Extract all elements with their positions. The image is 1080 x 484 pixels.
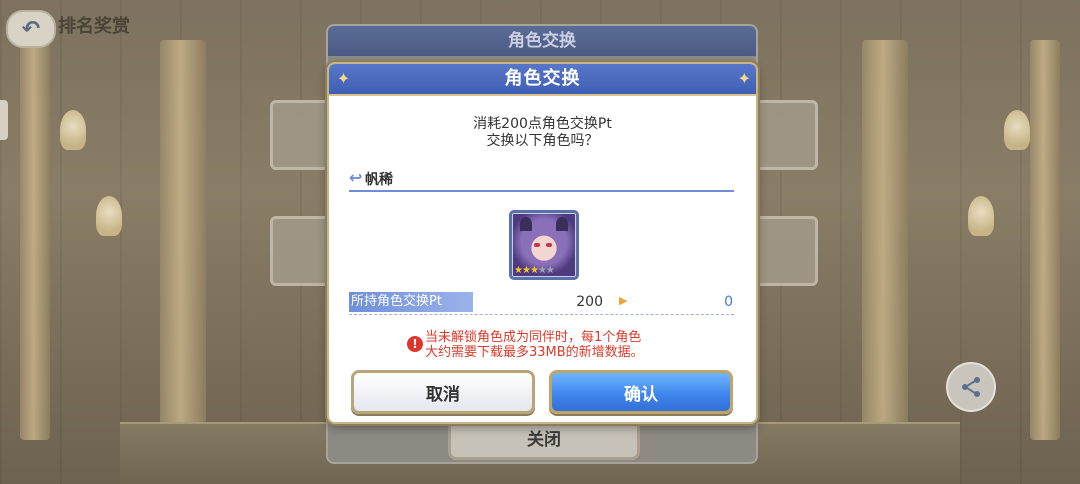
pt-after-value: 0 (724, 294, 733, 310)
character-eye (546, 243, 552, 247)
header-ornament-icon: ✦ (737, 69, 752, 88)
dialog-message: 消耗200点角色交换Pt 交换以下角色吗？ (329, 116, 756, 150)
pt-row: 所持角色交换Pt 200 ▶ 0 (349, 292, 734, 315)
star-icon: ★ (529, 265, 539, 276)
cancel-button[interactable]: 取消 (351, 370, 535, 414)
exchange-confirm-dialog: ✦ 角色交换 ✦ 消耗200点角色交换Pt 交换以下角色吗？ ↩ 帆稀 ★★★★… (327, 62, 758, 424)
back-button[interactable]: ↶ (6, 10, 56, 48)
header-ornament-icon: ✦ (336, 69, 352, 88)
lamp-icon (96, 196, 122, 236)
character-horn (556, 217, 568, 231)
underlying-panel-title: 角色交换 (328, 26, 756, 56)
warning-icon: ! (407, 336, 423, 352)
pillar (20, 40, 50, 440)
back-arrow-icon: ↶ (21, 16, 41, 42)
pt-label: 所持角色交换Pt (349, 292, 473, 312)
message-line-1: 消耗200点角色交换Pt (473, 116, 612, 132)
pillar (1030, 40, 1060, 440)
lamp-icon (60, 110, 86, 150)
pillar (862, 40, 908, 440)
name-bracket-icon: ↩ (349, 168, 363, 187)
bg-character-card (752, 100, 818, 170)
character-horn (520, 217, 532, 231)
dialog-header: ✦ 角色交换 ✦ (329, 64, 756, 96)
share-button[interactable] (946, 362, 996, 412)
lamp-icon (968, 196, 994, 236)
star-icon: ★ (537, 265, 547, 276)
dialog-title: 角色交换 (504, 68, 581, 89)
character-name-row: ↩ 帆稀 (349, 166, 734, 192)
screen-title: 排名奖赏 (58, 16, 130, 37)
pt-before-value: 200 (576, 294, 603, 310)
bg-character-card (752, 216, 818, 286)
warning-text: 当未解锁角色成为同伴时，每1个角色 大约需要下载最多33MB的新增数据。 (425, 330, 644, 360)
star-icon: ★ (545, 265, 555, 276)
arrow-right-icon: ▶ (619, 294, 628, 307)
message-line-2: 交换以下角色吗？ (486, 133, 599, 149)
lamp-icon (1004, 110, 1030, 150)
side-tab[interactable] (0, 100, 8, 140)
star-icon: ★ (521, 265, 531, 276)
share-icon (962, 377, 980, 397)
character-name: 帆稀 (365, 172, 393, 188)
star-rating: ★★★★★ (514, 265, 555, 276)
pillar (160, 40, 206, 440)
character-eye (534, 243, 540, 247)
confirm-button[interactable]: 确认 (549, 370, 733, 414)
star-icon: ★ (514, 265, 523, 276)
character-portrait: ★★★★★ (509, 210, 579, 280)
